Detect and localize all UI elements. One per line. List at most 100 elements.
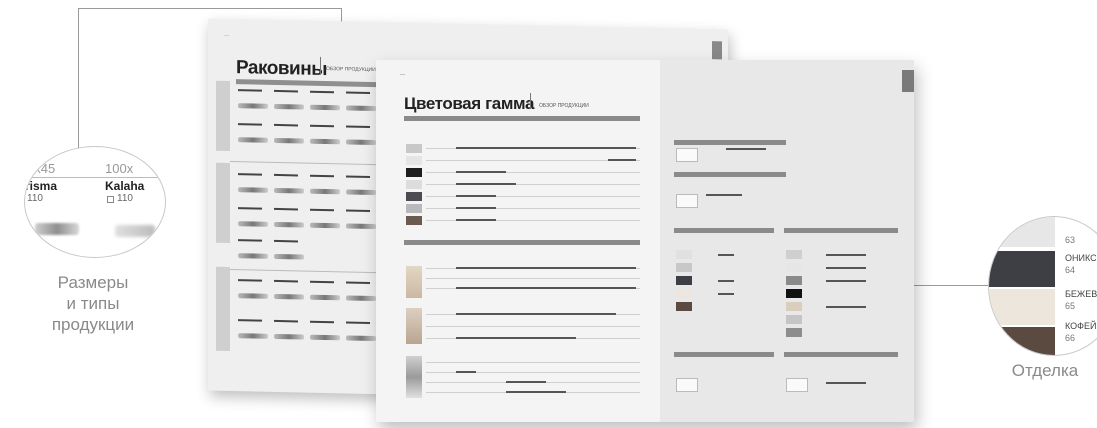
availability-bar [456,287,636,289]
product-thumbnail [346,175,380,200]
page-title: Раковины [236,57,327,81]
page-tab [902,70,914,92]
table-row [426,278,640,279]
color-swatch [676,263,692,272]
availability-bar [718,293,734,295]
finish-swatch [989,217,1055,247]
product-thumbnail [238,173,272,198]
stone-swatch [406,356,422,398]
color-swatch [676,302,692,311]
page-number: — [224,32,229,39]
color-swatch [786,289,802,298]
product-thumbnail [346,209,380,234]
product-thumbnail [310,174,344,200]
availability-bar [456,313,616,315]
wood-swatch [406,266,422,298]
caption-line: и типы [66,294,120,313]
product-thumbnail [274,319,308,345]
availability-bar [826,382,866,384]
sink-image [115,225,155,237]
table-row [426,326,640,327]
page-subtitle: ОБЗОР ПРОДУКЦИИ [539,103,589,109]
availability-bar [456,171,506,173]
availability-bar [456,195,496,197]
color-swatch [676,276,692,285]
availability-bar [456,147,636,149]
product-thumbnail [346,281,380,306]
section-header-bar [674,228,774,233]
brochure-page-colors: — Цветовая гамма ОБЗОР ПРОДУКЦИИ [376,60,914,422]
finish-number: 63 [1065,235,1076,245]
availability-bar [506,391,566,393]
availability-bar [456,207,496,209]
color-swatch [406,204,422,213]
color-swatch [406,192,422,201]
color-swatch [786,276,802,285]
availability-bar [826,254,866,256]
color-swatch [406,144,422,153]
product-thumbnail [310,320,344,346]
product-swatch [676,148,698,162]
color-swatch [786,302,802,311]
finish-swatch [989,327,1055,355]
section-header-bar [784,352,898,357]
product-thumbnail [238,89,272,114]
title-divider [530,93,531,109]
finish-swatch [989,289,1055,325]
product-thumbnail [310,90,344,116]
page-title: Цветовая гамма [404,94,535,113]
product-thumbnail [274,207,308,233]
product-thumbnail [346,125,380,150]
availability-bar [718,254,734,256]
color-swatch [406,168,422,177]
color-swatch [406,180,422,189]
availability-bar [456,183,516,185]
color-swatch [676,289,692,298]
zoom-product-name: risma [25,179,58,193]
right-page [660,60,914,422]
zoom-product-number: 110 [27,193,43,204]
finish-label: КОФЕЙ [1065,321,1097,331]
wood-swatch [406,308,422,344]
product-thumbnail [238,207,272,232]
product-thumbnail [238,279,272,304]
finish-swatch [989,251,1055,287]
product-thumbnail [310,208,344,234]
finish-number: 65 [1065,301,1076,311]
color-swatch [406,156,422,165]
sink-image [35,223,79,235]
caption-sizes: Размеры и типы продукции [38,272,148,335]
finish-number: 66 [1065,333,1076,343]
color-swatch [786,263,802,272]
page-number: — [400,72,405,78]
square-icon [107,196,114,203]
product-thumbnail [238,123,272,148]
product-swatch [676,378,698,392]
availability-bar [826,267,866,269]
product-thumbnail [346,321,380,346]
section-header-bar [674,352,774,357]
availability-bar [456,219,496,221]
product-thumbnail [310,280,344,306]
section-header-bar [784,228,898,233]
availability-bar [726,148,766,150]
availability-bar [608,159,636,161]
page-tab [712,41,722,60]
zoom-circle-finishes: 63 ОНИКС 64 БЕЖЕВ 65 КОФЕЙ 66 [988,216,1097,356]
finish-number: 64 [1065,265,1076,275]
product-thumbnail [310,124,344,150]
product-thumbnail [274,173,308,199]
product-thumbnail [274,89,308,115]
title-divider [320,56,321,75]
product-thumbnail [274,239,308,265]
finish-label: БЕЖЕВ [1065,289,1097,299]
product-thumbnail [274,123,308,149]
availability-bar [506,381,546,383]
caption-finishes: Отделка [1011,361,1079,380]
product-swatch [676,194,698,208]
section-header-bar [674,140,786,145]
product-thumbnail [346,91,380,116]
connector-line [78,8,341,9]
availability-bar [456,267,636,269]
availability-bar [456,337,576,339]
